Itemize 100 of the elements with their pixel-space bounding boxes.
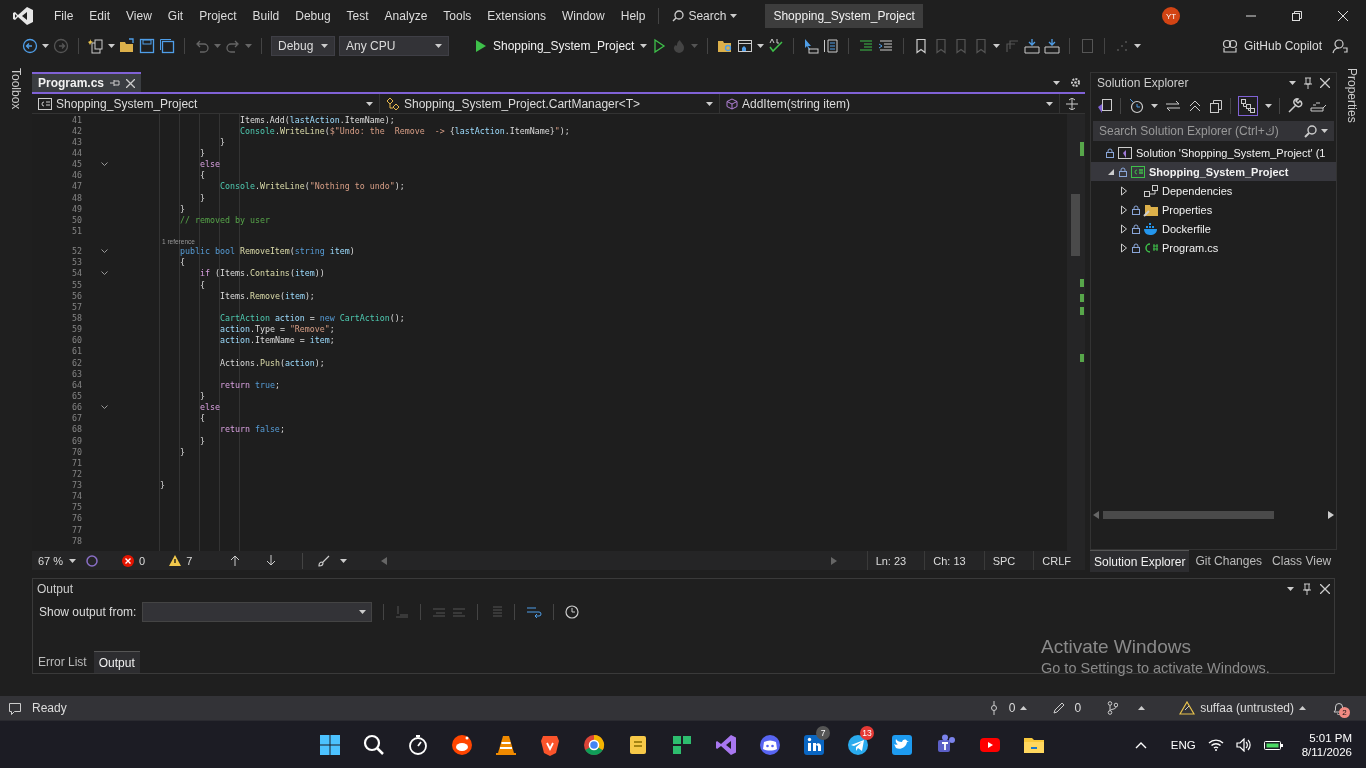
menu-item[interactable]: Test [338, 4, 377, 28]
caret-icon[interactable] [69, 558, 77, 563]
caret-icon[interactable] [321, 44, 328, 48]
speaker-icon[interactable] [1235, 737, 1252, 752]
collapsed-arrow-icon[interactable] [1119, 242, 1129, 253]
outdent-icon[interactable] [878, 38, 895, 54]
down-arrow-icon[interactable] [266, 555, 277, 566]
bird-icon[interactable] [890, 732, 914, 757]
panel-tab[interactable]: Class View [1268, 550, 1336, 572]
caret-icon[interactable] [366, 101, 373, 106]
pin-icon[interactable] [110, 78, 121, 88]
line-indicator[interactable]: Ln: 23 [866, 551, 915, 570]
warning-count[interactable]: 7 [186, 554, 193, 567]
caret-icon[interactable] [1134, 44, 1142, 48]
caret-icon[interactable] [1053, 80, 1060, 85]
tree-item[interactable]: Properties [1091, 200, 1336, 219]
panel-tab[interactable]: Error List [33, 651, 92, 673]
properties-tab[interactable]: Properties [1345, 68, 1359, 123]
search-icon[interactable] [362, 732, 386, 757]
menu-item[interactable]: File [46, 4, 82, 28]
caret-icon[interactable] [435, 44, 442, 48]
columns-icon[interactable] [823, 38, 840, 54]
menu-item[interactable]: Edit [81, 4, 119, 28]
battery-icon[interactable] [1263, 738, 1284, 751]
folder-search-icon[interactable] [717, 38, 734, 54]
bell-icon[interactable] [1332, 701, 1346, 715]
configuration-dropdown[interactable]: Debug [271, 36, 335, 56]
scroll-right-icon[interactable] [1328, 511, 1334, 519]
save-all-icon[interactable] [159, 38, 175, 54]
feedback-icon[interactable] [1332, 38, 1348, 54]
caret-up-icon[interactable] [1138, 706, 1146, 710]
scroll-left-icon[interactable] [1093, 511, 1099, 519]
caret-icon[interactable] [640, 44, 648, 48]
collapsed-arrow-icon[interactable] [1119, 185, 1129, 196]
fold-chevron-icon[interactable] [100, 270, 108, 276]
menu-item[interactable]: Tools [435, 4, 480, 28]
pending-changes-button[interactable]: 0 [989, 696, 1028, 720]
vs-solution-icon[interactable] [1097, 98, 1113, 114]
menu-item[interactable]: Help [612, 4, 654, 28]
ring-icon[interactable] [582, 732, 606, 757]
branch-icon[interactable] [1107, 701, 1119, 715]
horizontal-scrollbar[interactable] [1103, 511, 1274, 519]
caret-icon[interactable] [42, 44, 49, 48]
warning-icon[interactable] [169, 555, 182, 566]
caret-icon[interactable] [757, 44, 765, 48]
wifi-icon[interactable] [1207, 738, 1224, 751]
health-icon[interactable] [86, 554, 99, 567]
alien-icon[interactable] [450, 732, 474, 757]
new-item-icon[interactable] [88, 38, 104, 54]
word-wrap-icon[interactable] [526, 605, 543, 619]
platform-dropdown[interactable]: Any CPU [339, 36, 449, 56]
menu-item[interactable]: View [118, 4, 160, 28]
menu-item[interactable]: Project [191, 4, 245, 28]
tree-item[interactable]: Dockerfile [1091, 219, 1336, 238]
spellcheck-icon[interactable] [768, 38, 785, 54]
copilot-button[interactable]: GitHub Copilot [1199, 32, 1322, 60]
menu-item[interactable]: Build [244, 4, 288, 28]
preview-icon[interactable] [1310, 100, 1326, 112]
panel-tab[interactable]: Solution Explorer [1090, 550, 1190, 572]
menu-item[interactable]: Analyze [376, 4, 436, 28]
run-button[interactable]: Shopping_System_Project [453, 32, 648, 60]
undo-icon[interactable] [194, 38, 210, 54]
menu-item[interactable]: Git [159, 4, 192, 28]
caret-icon[interactable] [993, 44, 1001, 48]
infinity-loop-icon[interactable] [714, 732, 738, 757]
caret-icon[interactable] [1287, 587, 1294, 591]
window-icon[interactable] [737, 38, 754, 54]
close-icon[interactable] [126, 78, 136, 88]
vertical-scrollbar[interactable] [1067, 114, 1085, 551]
back-icon[interactable] [22, 38, 38, 54]
fold-chevron-icon[interactable] [100, 404, 108, 410]
language-indicator[interactable]: ENG [1170, 738, 1196, 751]
sync-icon[interactable] [1165, 100, 1181, 112]
tree-item[interactable]: Dependencies [1091, 181, 1336, 200]
copy-icon[interactable] [1209, 99, 1223, 113]
fold-chevron-icon[interactable] [100, 161, 108, 167]
close-icon[interactable] [1320, 78, 1330, 88]
document-tab[interactable]: Program.cs [32, 72, 142, 92]
pin-icon[interactable] [1304, 77, 1312, 89]
repository-button[interactable]: suffaa (untrusted) [1179, 696, 1306, 720]
class-dropdown[interactable]: Shopping_System_Project.CartManager<T> [380, 94, 720, 113]
save-icon[interactable] [139, 38, 155, 54]
menu-item[interactable]: Window [554, 4, 613, 28]
redo-icon[interactable] [225, 38, 241, 54]
whitespace-indicator[interactable]: SPC [983, 551, 1024, 570]
menu-item[interactable]: Extensions [479, 4, 555, 28]
download-icon[interactable] [1024, 38, 1041, 54]
chevron-up-icon[interactable] [1134, 740, 1147, 749]
zoom-dropdown[interactable]: 67 % [38, 554, 77, 567]
error-count[interactable]: 0 [139, 554, 146, 567]
scroll-left-icon[interactable] [381, 556, 388, 565]
close-icon[interactable] [1320, 584, 1330, 594]
panel-tab[interactable]: Git Changes [1191, 550, 1267, 572]
wrench-icon[interactable] [1287, 98, 1303, 114]
caret-icon[interactable] [340, 558, 348, 563]
menu-item[interactable]: Debug [287, 4, 339, 28]
caret-icon[interactable] [1289, 81, 1296, 85]
caret-icon[interactable] [1265, 104, 1272, 108]
collapsed-arrow-icon[interactable] [1119, 204, 1129, 215]
split-icon[interactable] [1066, 97, 1078, 110]
